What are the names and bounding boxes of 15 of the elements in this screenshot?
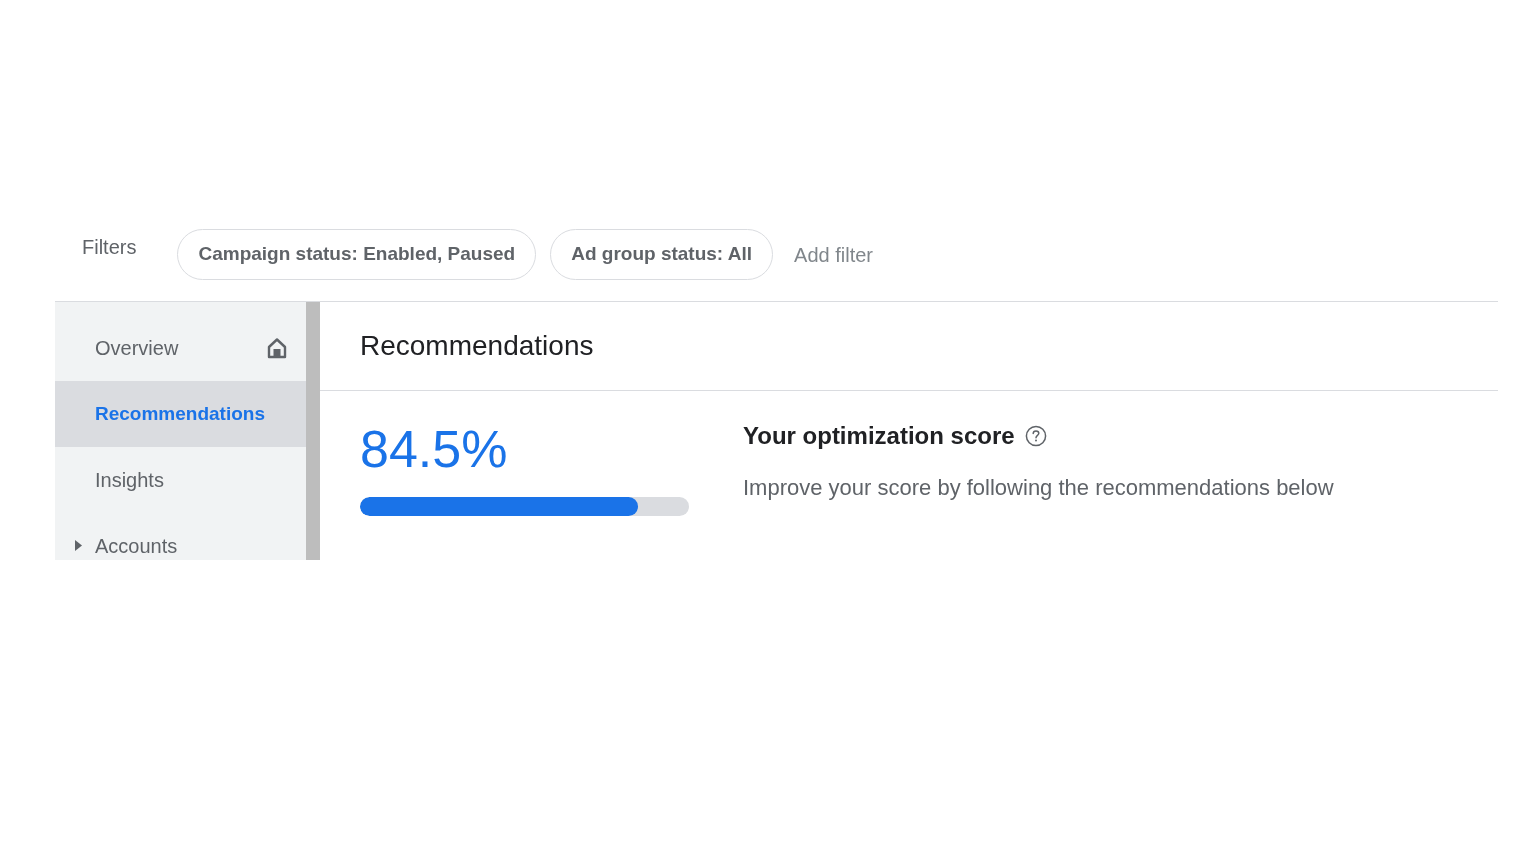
filter-chip[interactable]: Ad group status: All bbox=[550, 229, 774, 280]
page-title: Recommendations bbox=[360, 329, 594, 363]
score-description: Improve your score by following the recommendations below bbox=[743, 474, 1334, 502]
scrollbar[interactable] bbox=[306, 302, 320, 560]
score-heading: Your optimization score bbox=[743, 421, 1015, 451]
filters-label: Filters bbox=[82, 234, 137, 260]
home-icon bbox=[266, 337, 288, 359]
sidebar-item[interactable]: Accounts bbox=[55, 513, 306, 560]
sidebar-item[interactable]: Insights bbox=[55, 447, 306, 513]
sidebar-item[interactable]: Recommendations bbox=[55, 381, 306, 447]
add-filter-button[interactable]: Add filter bbox=[790, 239, 877, 270]
sidebar-item[interactable]: Overview bbox=[55, 315, 306, 381]
score-value: 84.5% bbox=[360, 419, 509, 479]
filter-chip[interactable]: Campaign status: Enabled, Paused bbox=[177, 229, 537, 280]
help-icon[interactable] bbox=[1024, 424, 1047, 447]
